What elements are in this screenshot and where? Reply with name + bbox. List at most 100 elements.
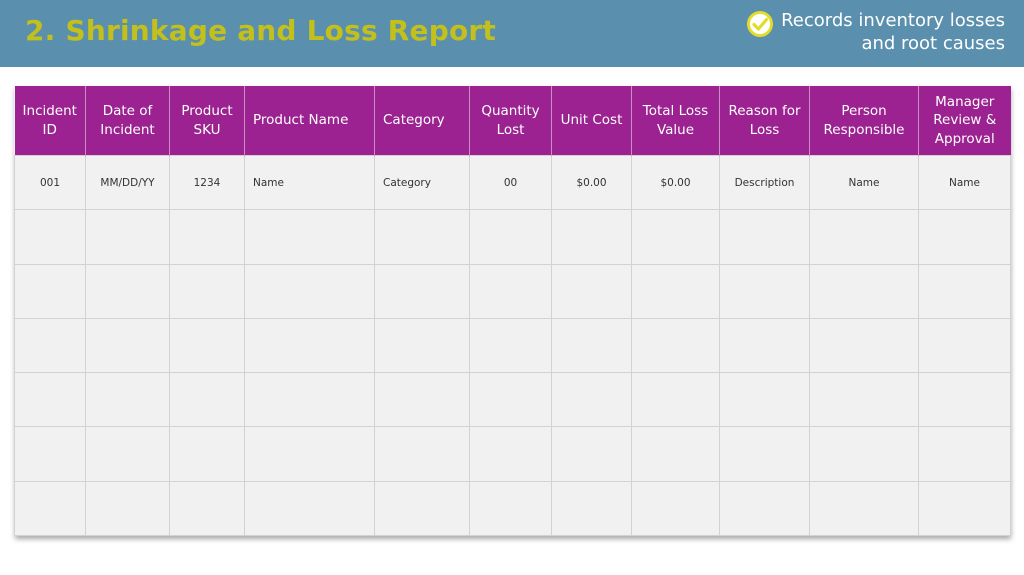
- table-cell[interactable]: [918, 317, 1011, 374]
- table-cell[interactable]: [244, 209, 375, 265]
- table-cell[interactable]: Name: [244, 154, 375, 211]
- col-header-total-loss-value: Total Loss Value: [631, 86, 720, 156]
- table-cell[interactable]: [719, 426, 810, 482]
- table-cell[interactable]: [14, 209, 86, 265]
- table-cell[interactable]: 1234: [169, 154, 245, 211]
- table-cell[interactable]: [14, 317, 86, 374]
- table-cell[interactable]: [631, 480, 720, 537]
- col-header-reason-for-loss: Reason for Loss: [719, 86, 810, 156]
- table-cell[interactable]: [169, 480, 245, 537]
- shrinkage-loss-table: Incident ID Date of Incident Product SKU…: [14, 86, 1011, 537]
- shrinkage-table-container: Incident ID Date of Incident Product SKU…: [14, 86, 1011, 537]
- table-cell[interactable]: [551, 317, 632, 374]
- table-cell[interactable]: [631, 317, 720, 374]
- table-cell[interactable]: [809, 209, 919, 265]
- page-subtitle: Records inventory losses and root causes: [755, 9, 1005, 55]
- table-cell[interactable]: [809, 317, 919, 374]
- table-cell[interactable]: [469, 317, 552, 374]
- col-header-category: Category: [374, 86, 470, 156]
- table-cell[interactable]: [374, 317, 470, 374]
- table-cell[interactable]: [918, 426, 1011, 482]
- table-cell[interactable]: [719, 480, 810, 537]
- table-cell[interactable]: [244, 480, 375, 537]
- table-cell[interactable]: [809, 372, 919, 428]
- table-cell[interactable]: [85, 263, 170, 319]
- table-cell[interactable]: [469, 480, 552, 537]
- table-cell[interactable]: [374, 426, 470, 482]
- table-cell[interactable]: [85, 480, 170, 537]
- table-cell[interactable]: [169, 426, 245, 482]
- col-header-product-sku: Product SKU: [169, 86, 245, 156]
- table-cell[interactable]: [374, 263, 470, 319]
- table-cell[interactable]: [918, 372, 1011, 428]
- table-cell[interactable]: [244, 426, 375, 482]
- table-cell[interactable]: [169, 209, 245, 265]
- table-cell[interactable]: [469, 209, 552, 265]
- table-cell[interactable]: [374, 209, 470, 265]
- table-cell[interactable]: 001: [14, 154, 86, 211]
- table-row: [14, 480, 1011, 537]
- col-header-quantity-lost: Quantity Lost: [469, 86, 552, 156]
- table-cell[interactable]: [631, 209, 720, 265]
- table-row: [14, 317, 1011, 374]
- subtitle-line-1: Records inventory losses: [781, 10, 1005, 31]
- table-cell[interactable]: [469, 263, 552, 319]
- table-cell[interactable]: [631, 372, 720, 428]
- table-cell[interactable]: [551, 263, 632, 319]
- table-row: [14, 263, 1011, 319]
- table-row: 001 MM/DD/YY 1234 Name Category 00 $0.00 $0.00 D…: [14, 154, 1011, 211]
- table-cell[interactable]: [85, 426, 170, 482]
- table-cell[interactable]: $0.00: [551, 154, 632, 211]
- table-cell[interactable]: [809, 426, 919, 482]
- table-cell[interactable]: [551, 209, 632, 265]
- table-cell[interactable]: [244, 317, 375, 374]
- col-header-incident-id: Incident ID: [14, 86, 86, 156]
- table-cell[interactable]: [551, 372, 632, 428]
- table-cell[interactable]: [14, 426, 86, 482]
- table-body: 001 MM/DD/YY 1234 Name Category 00 $0.00 $0.00 D…: [14, 154, 1011, 537]
- table-cell[interactable]: [719, 263, 810, 319]
- table-cell[interactable]: [85, 209, 170, 265]
- table-cell[interactable]: [551, 426, 632, 482]
- table-cell[interactable]: Name: [809, 154, 919, 211]
- table-cell[interactable]: Description: [719, 154, 810, 211]
- table-cell[interactable]: [244, 372, 375, 428]
- table-cell[interactable]: [374, 372, 470, 428]
- table-cell[interactable]: [14, 263, 86, 319]
- table-cell[interactable]: [631, 426, 720, 482]
- table-cell[interactable]: [809, 480, 919, 537]
- table-cell[interactable]: [918, 480, 1011, 537]
- table-cell[interactable]: Name: [918, 154, 1011, 211]
- table-cell[interactable]: Category: [374, 154, 470, 211]
- table-row: [14, 426, 1011, 482]
- table-cell[interactable]: [14, 480, 86, 537]
- table-cell[interactable]: [719, 209, 810, 265]
- table-cell[interactable]: [85, 317, 170, 374]
- table-cell[interactable]: [85, 372, 170, 428]
- table-cell[interactable]: [169, 372, 245, 428]
- col-header-person-responsible: Person Responsible: [809, 86, 919, 156]
- table-header-row: Incident ID Date of Incident Product SKU…: [14, 86, 1011, 156]
- table-row: [14, 209, 1011, 265]
- col-header-manager-review: Manager Review & Approval: [918, 86, 1011, 156]
- table-cell[interactable]: [918, 209, 1011, 265]
- col-header-unit-cost: Unit Cost: [551, 86, 632, 156]
- table-cell[interactable]: 00: [469, 154, 552, 211]
- table-cell[interactable]: [719, 317, 810, 374]
- col-header-date-of-incident: Date of Incident: [85, 86, 170, 156]
- table-row: [14, 372, 1011, 428]
- table-cell[interactable]: [14, 372, 86, 428]
- table-cell[interactable]: [918, 263, 1011, 319]
- table-cell[interactable]: [374, 480, 470, 537]
- table-cell[interactable]: [244, 263, 375, 319]
- table-cell[interactable]: $0.00: [631, 154, 720, 211]
- table-cell[interactable]: [631, 263, 720, 319]
- table-cell[interactable]: [719, 372, 810, 428]
- table-cell[interactable]: [169, 263, 245, 319]
- table-cell[interactable]: MM/DD/YY: [85, 154, 170, 211]
- table-cell[interactable]: [809, 263, 919, 319]
- table-cell[interactable]: [469, 426, 552, 482]
- table-cell[interactable]: [551, 480, 632, 537]
- table-cell[interactable]: [469, 372, 552, 428]
- table-cell[interactable]: [169, 317, 245, 374]
